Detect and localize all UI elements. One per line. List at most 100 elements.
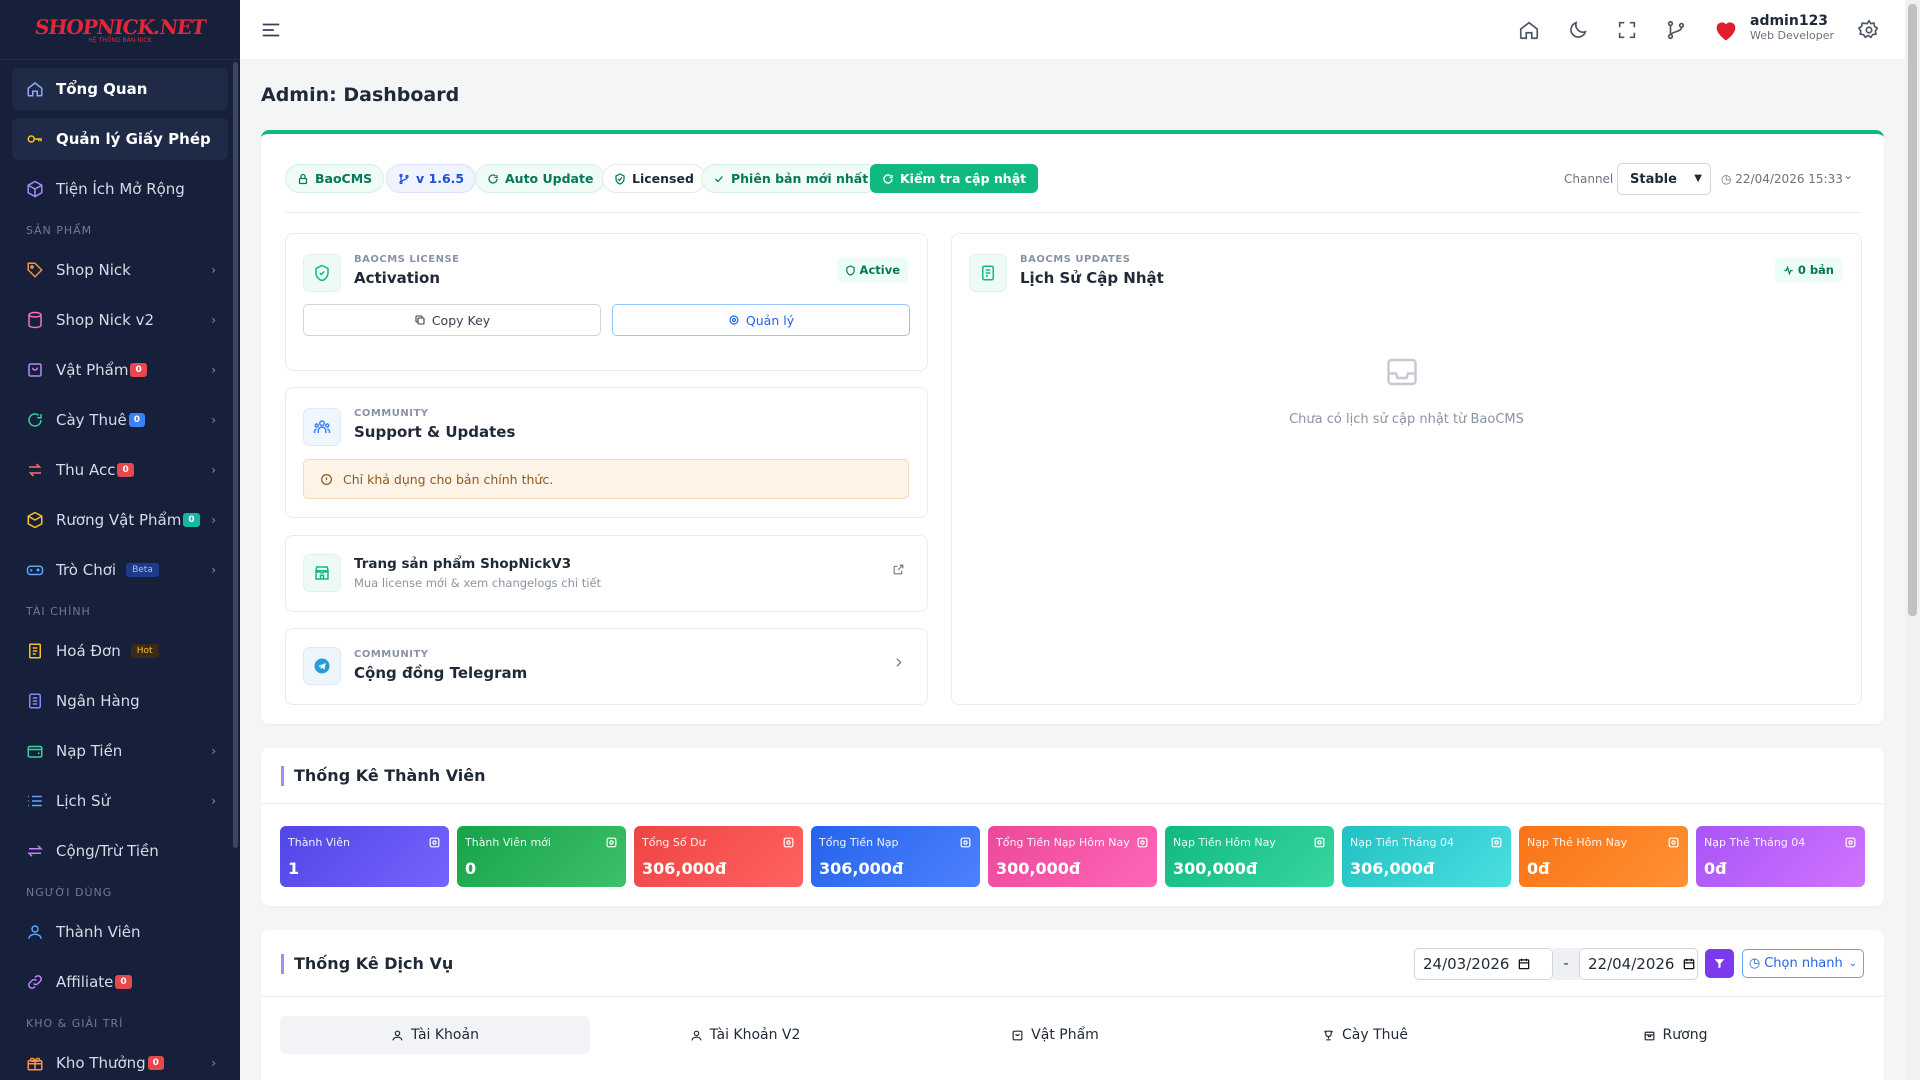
tab-items[interactable]: Vật Phẩm	[900, 1016, 1210, 1054]
sidebar-section-products: SẢN PHẨM	[26, 224, 93, 237]
collapse-toggle-icon[interactable]: ⌄	[1843, 168, 1853, 182]
check-icon	[715, 175, 723, 182]
sidebar-item-adjust-balance[interactable]: Cộng/Trừ Tiền	[12, 830, 228, 872]
sidebar-item-buy-acc[interactable]: Thu Acc 0 ›	[12, 449, 228, 491]
phone-icon	[1844, 836, 1857, 849]
gear-icon[interactable]	[1858, 19, 1880, 41]
sidebar-item-chest[interactable]: Rương Vật Phẩm 0 ›	[12, 499, 228, 541]
calendar-icon	[1684, 958, 1695, 970]
quick-select-label: Chọn nhanh	[1764, 956, 1843, 971]
stat-value: 0	[465, 859, 477, 878]
page-title: Admin: Dashboard	[261, 84, 460, 106]
sidebar-item-label: Cày Thuê	[56, 411, 127, 429]
sidebar-item-label: Kho Thưởng	[56, 1054, 146, 1072]
users-icon	[303, 408, 341, 446]
chevron-right-icon: ›	[211, 363, 216, 377]
sidebar-item-shop-nick-v2[interactable]: Shop Nick v2 ›	[12, 299, 228, 341]
user-menu[interactable]: admin123 Web Developer	[1750, 13, 1834, 42]
check-update-button[interactable]: Kiểm tra cập nhật	[870, 164, 1039, 193]
date-from-input[interactable]: 24/03/2026	[1414, 948, 1553, 980]
sidebar-item-rewards[interactable]: Kho Thưởng 0 ›	[12, 1042, 228, 1080]
sidebar-item-bank[interactable]: Ngân Hàng	[12, 680, 228, 722]
sidebar-item-items[interactable]: Vật Phẩm 0 ›	[12, 349, 228, 391]
tab-boosting[interactable]: Cày Thuê	[1210, 1016, 1520, 1054]
menu-icon[interactable]	[260, 19, 282, 41]
sidebar-item-history[interactable]: Lịch Sử ›	[12, 780, 228, 822]
telegram-link[interactable]: COMMUNITY Cộng đồng Telegram	[285, 628, 928, 705]
sidebar-item-games[interactable]: Trò Chơi Beta ›	[12, 549, 228, 591]
date-to-value: 22/04/2026	[1588, 955, 1675, 973]
sidebar-item-label: Shop Nick v2	[56, 311, 155, 329]
alert-text: Chỉ khả dụng cho bản chính thức.	[343, 471, 554, 487]
filter-icon	[1714, 959, 1725, 969]
member-stats-card: Thống Kê Thành Viên Thành Viên 1 Thành Viê…	[261, 748, 1884, 906]
tab-chests[interactable]: Rương	[1520, 1016, 1830, 1054]
chevron-right-icon: ›	[211, 413, 216, 427]
filter-button[interactable]	[1705, 949, 1734, 978]
sidebar-item-affiliate[interactable]: Affiliate 0	[12, 961, 228, 1003]
copy-key-button[interactable]: Copy Key	[303, 304, 601, 336]
quick-select-button[interactable]: ◷ Chọn nhanh ⌄	[1742, 949, 1864, 978]
sidebar-item-shop-nick[interactable]: Shop Nick ›	[12, 249, 228, 291]
stat-value: 0đ	[1527, 859, 1550, 878]
channel-label: Channel	[1564, 172, 1614, 186]
update-count-badge: 0 bản	[1774, 258, 1842, 282]
tab-accounts[interactable]: Tài Khoản	[280, 1016, 590, 1054]
copy-icon	[415, 315, 425, 325]
git-branch-icon[interactable]	[1665, 19, 1687, 41]
shield-check-icon	[615, 172, 625, 185]
chevron-right-icon: ›	[211, 744, 216, 758]
chevron-right-icon	[896, 658, 902, 667]
gamepad-icon	[26, 565, 44, 576]
brand-logo[interactable]: SHOPNICK.NET HỆ THỐNG BÁN NICK	[0, 0, 240, 60]
user-icon	[691, 1030, 702, 1040]
sidebar-item-extensions[interactable]: Tiện Ích Mở Rộng	[12, 168, 228, 210]
sidebar-item-label: Cộng/Trừ Tiền	[56, 842, 159, 860]
manage-label: Quản lý	[745, 312, 795, 328]
sidebar-item-label: Lịch Sử	[56, 792, 111, 810]
divider	[261, 996, 1884, 997]
user-icon	[428, 836, 441, 849]
manage-button[interactable]: Quản lý	[612, 304, 910, 336]
page-scrollbar-thumb[interactable]	[1908, 4, 1917, 616]
exchange-icon	[28, 463, 42, 477]
beta-badge: Beta	[126, 563, 159, 577]
stat-label: Tổng Tiền Nạp Hôm Nay	[996, 836, 1130, 849]
sidebar-scrollbar[interactable]	[233, 62, 238, 848]
phone-card-icon	[1667, 836, 1680, 849]
heart-avatar-icon[interactable]	[1712, 16, 1740, 44]
chip-label: v 1.6.5	[416, 171, 465, 186]
tag-icon	[27, 262, 43, 278]
stat-label: Thành Viên	[288, 836, 350, 849]
shopping-bag-icon	[28, 363, 42, 377]
chevron-down-icon: ⌄	[1848, 958, 1858, 969]
box-icon	[1644, 1031, 1654, 1040]
tab-accounts-v2[interactable]: Tài Khoản V2	[590, 1016, 900, 1054]
sidebar-item-label: Nạp Tiền	[56, 742, 123, 760]
sidebar-item-deposit[interactable]: Nạp Tiền ›	[12, 730, 228, 772]
home-icon[interactable]	[1518, 19, 1540, 41]
sidebar-item-license[interactable]: Quản lý Giấy Phép	[12, 118, 228, 160]
fullscreen-icon[interactable]	[1616, 19, 1638, 41]
tab-label: Cày Thuê	[1341, 1027, 1408, 1043]
check-update-label: Kiểm tra cập nhật	[900, 171, 1027, 186]
sidebar-item-overview[interactable]: Tổng Quan	[12, 68, 228, 110]
refresh-icon	[883, 173, 893, 184]
moon-icon[interactable]	[1567, 19, 1589, 41]
stat-value: 1	[288, 859, 300, 878]
chevron-right-icon: ›	[211, 463, 216, 477]
sidebar-item-members[interactable]: Thành Viên	[12, 911, 228, 953]
hot-badge: Hot	[130, 644, 159, 658]
inbox-icon	[1387, 358, 1417, 386]
chip-label: BaoCMS	[315, 171, 373, 186]
sidebar-item-boosting[interactable]: Cày Thuê 0 ›	[12, 399, 228, 441]
date-to-input[interactable]: 22/04/2026	[1579, 948, 1698, 980]
stat-card: Thành Viên mới 0	[457, 826, 626, 887]
product-page-link[interactable]: Trang sản phẩm ShopNickV3 Mua license mớ…	[285, 535, 928, 612]
sidebar-item-invoices[interactable]: Hoá Đơn Hot	[12, 630, 228, 672]
channel-select[interactable]: Stable ▼	[1617, 163, 1711, 195]
panel-title: Support & Updates	[354, 423, 516, 441]
divider	[285, 212, 1861, 213]
count-badge: 0	[147, 1056, 164, 1070]
sidebar-item-label: Affiliate	[56, 973, 114, 991]
